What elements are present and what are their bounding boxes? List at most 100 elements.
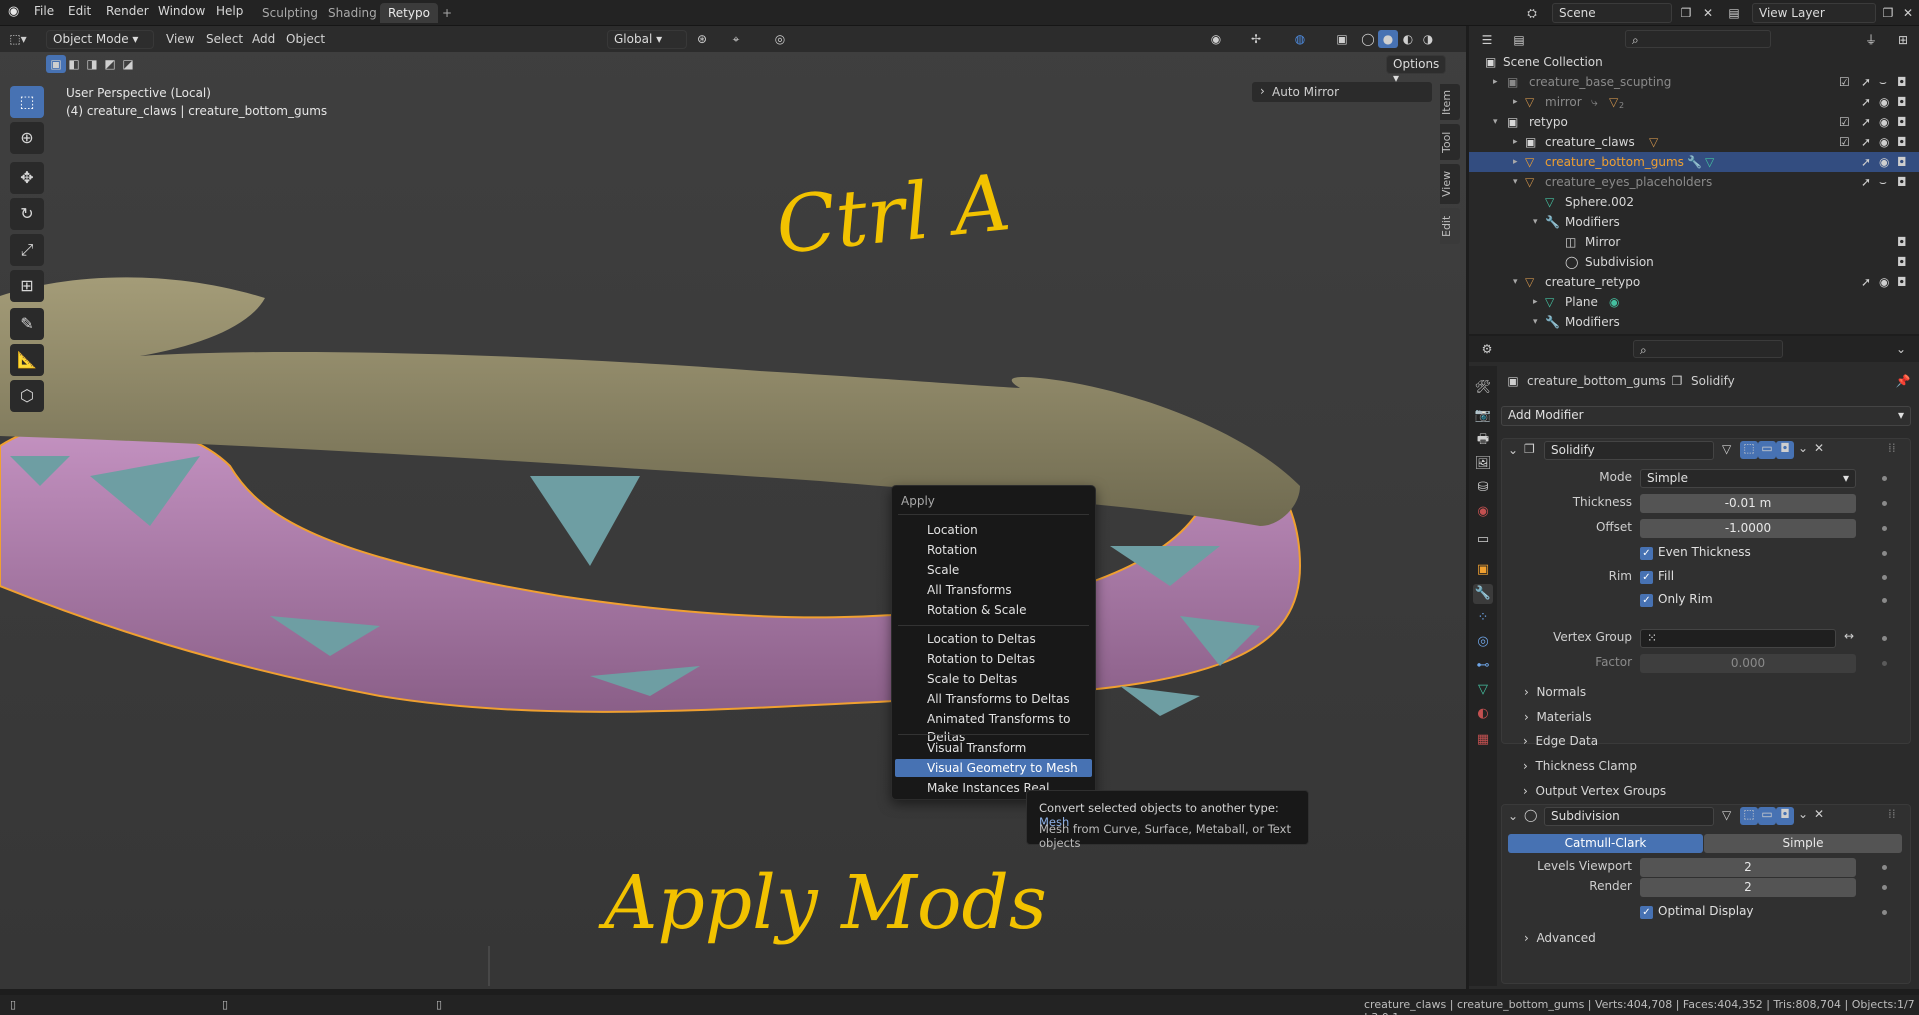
drag-handle-icon[interactable]: ⁞⁞ — [1888, 807, 1896, 821]
sidebar-tab-tool[interactable]: Tool — [1440, 124, 1460, 160]
object-properties-icon[interactable]: ▣ — [1473, 560, 1493, 580]
checkbox-icon[interactable]: ☑ — [1839, 72, 1850, 92]
select-extend-icon[interactable]: ◧ — [64, 55, 84, 73]
sidebar-tab-view[interactable]: View — [1440, 164, 1460, 204]
delete-view-layer-icon[interactable]: ✕ — [1898, 4, 1918, 22]
optimal-display-checkbox[interactable]: ✓ — [1640, 906, 1653, 919]
texture-properties-icon[interactable]: ▦ — [1473, 730, 1493, 750]
menu-item-rotation-scale[interactable]: Rotation & Scale — [895, 601, 1092, 619]
menu-item-visual-geometry-to-mesh[interactable]: Visual Geometry to Mesh — [895, 759, 1092, 777]
eye-icon[interactable]: ◉ — [1879, 92, 1889, 112]
add-cube-tool-icon[interactable]: ⬡ — [10, 380, 44, 412]
chevron-down-icon[interactable]: ⌄ — [1798, 807, 1808, 821]
camera-icon[interactable]: ◘ — [1897, 172, 1907, 192]
viewport-menu-add[interactable]: Add — [252, 32, 275, 46]
tool-settings-icon[interactable]: 🛠 — [1473, 378, 1493, 398]
eye-icon[interactable]: ◉ — [1879, 112, 1889, 132]
select-arrow-icon[interactable]: ➚ — [1861, 172, 1871, 192]
rotate-tool-icon[interactable]: ↻ — [10, 198, 44, 230]
subpanel-normals[interactable]: › Normals — [1524, 685, 1586, 699]
levels-viewport-field[interactable]: 2 — [1640, 858, 1856, 877]
menu-item-all-transforms-to-deltas[interactable]: All Transforms to Deltas — [895, 690, 1092, 708]
menu-render[interactable]: Render — [106, 4, 149, 18]
sidebar-tab-edit[interactable]: Edit — [1440, 208, 1460, 244]
auto-mirror-panel[interactable]: › Auto Mirror — [1252, 82, 1432, 102]
render-toggle-icon[interactable]: ◘ — [1776, 807, 1794, 825]
new-collection-icon[interactable]: ⊞ — [1893, 31, 1913, 49]
subpanel-materials[interactable]: › Materials — [1524, 710, 1591, 724]
chevron-right-icon[interactable]: ▸ — [1513, 92, 1518, 112]
chevron-down-icon[interactable]: ⌄ — [1508, 809, 1518, 823]
outliner-editor-type-icon[interactable]: ☰ — [1477, 31, 1497, 49]
output-properties-icon[interactable]: 🖶 — [1473, 430, 1493, 450]
outliner-row-mirror-modifier[interactable]: ◫ Mirror ◘ — [1469, 232, 1919, 252]
camera-icon[interactable]: ◘ — [1897, 112, 1907, 132]
menu-item-scale-to-deltas[interactable]: Scale to Deltas — [895, 670, 1092, 688]
modifier-properties-icon[interactable]: 🔧 — [1473, 584, 1493, 604]
chevron-right-icon[interactable]: ▸ — [1513, 132, 1518, 152]
properties-search-input[interactable]: ⌕ — [1633, 340, 1783, 358]
mode-select[interactable]: Object Mode ▾ — [46, 30, 154, 49]
close-icon[interactable]: ✕ — [1814, 807, 1824, 821]
pivot-point-icon[interactable]: ⊛ — [692, 30, 712, 48]
render-toggle-icon[interactable]: ◘ — [1776, 441, 1794, 459]
outliner-row-modifiers[interactable]: ▾ 🔧 Modifiers — [1469, 312, 1919, 332]
menu-window[interactable]: Window — [158, 4, 205, 18]
pin-icon[interactable]: 📌 — [1893, 372, 1913, 390]
keyframe-dot-icon[interactable] — [1882, 885, 1887, 890]
menu-item-visual-transform[interactable]: Visual Transform — [895, 739, 1092, 757]
constraints-properties-icon[interactable]: ⊷ — [1473, 656, 1493, 676]
outliner-row-modifiers[interactable]: ▾ 🔧 Modifiers — [1469, 212, 1919, 232]
solid-shading-icon[interactable]: ● — [1378, 30, 1398, 48]
outliner-row-creature-bottom-gums[interactable]: ▸ ▽ creature_bottom_gums 🔧 ▽ ➚ ◉ ◘ — [1469, 152, 1919, 172]
eye-icon[interactable]: ◉ — [1879, 152, 1889, 172]
material-properties-icon[interactable]: ◐ — [1473, 704, 1493, 724]
outliner-row-creature-claws[interactable]: ▸ ▣ creature_claws ▽ ☑ ➚ ◉ ◘ — [1469, 132, 1919, 152]
select-arrow-icon[interactable]: ➚ — [1861, 112, 1871, 132]
menu-file[interactable]: File — [34, 4, 54, 18]
outliner-row-scene-collection[interactable]: ▣ Scene Collection — [1469, 52, 1919, 72]
viewport-menu-select[interactable]: Select — [206, 32, 243, 46]
copy-scene-icon[interactable]: ❐ — [1676, 4, 1696, 22]
blender-logo-icon[interactable]: ◉ — [8, 4, 19, 19]
scene-properties-icon[interactable]: ⛁ — [1473, 478, 1493, 498]
offset-field[interactable]: -1.0000 — [1640, 519, 1856, 538]
add-workspace-button[interactable]: + — [434, 3, 460, 23]
keyframe-dot-icon[interactable] — [1882, 526, 1887, 531]
select-arrow-icon[interactable]: ➚ — [1861, 92, 1871, 112]
chevron-down-icon[interactable]: ⌄ — [1798, 441, 1808, 455]
display-mode-icon[interactable]: ▤ — [1509, 31, 1529, 49]
measure-tool-icon[interactable]: 📐 — [10, 344, 44, 376]
select-box-tool-icon[interactable]: ⬚ — [10, 86, 44, 118]
even-thickness-checkbox[interactable]: ✓ — [1640, 547, 1653, 560]
subpanel-thickness-clamp[interactable]: › Thickness Clamp — [1523, 759, 1637, 773]
subpanel-output-vertex-groups[interactable]: › Output Vertex Groups — [1523, 784, 1666, 798]
material-shading-icon[interactable]: ◐ — [1398, 30, 1418, 48]
edit-mode-toggle-icon[interactable]: ▽ — [1722, 808, 1731, 822]
select-new-icon[interactable]: ▣ — [46, 55, 66, 73]
menu-item-all-transforms[interactable]: All Transforms — [895, 581, 1092, 599]
keyframe-dot-icon[interactable] — [1882, 661, 1887, 666]
camera-icon[interactable]: ◘ — [1897, 132, 1907, 152]
subpanel-edge-data[interactable]: › Edge Data — [1523, 734, 1598, 748]
chevron-right-icon[interactable]: ▸ — [1533, 292, 1538, 312]
menu-item-animated-transforms-to-deltas[interactable]: Animated Transforms to Deltas — [895, 710, 1092, 744]
eye-closed-icon[interactable]: ⌣ — [1879, 172, 1887, 192]
camera-icon[interactable]: ◘ — [1897, 92, 1907, 112]
collection-properties-icon[interactable]: ▭ — [1473, 530, 1493, 550]
checkbox-icon[interactable]: ☑ — [1839, 132, 1850, 152]
menu-edit[interactable]: Edit — [68, 4, 91, 18]
menu-item-location[interactable]: Location — [895, 521, 1092, 539]
select-arrow-icon[interactable]: ➚ — [1861, 132, 1871, 152]
collapse-icon[interactable]: ⌄ — [1891, 340, 1911, 358]
annotate-tool-icon[interactable]: ✎ — [10, 308, 44, 340]
rendered-shading-icon[interactable]: ◑ — [1418, 30, 1438, 48]
outliner-row-plane[interactable]: ▸ ▽ Plane ◉ — [1469, 292, 1919, 312]
viewport-menu-object[interactable]: Object — [286, 32, 325, 46]
delete-scene-icon[interactable]: ✕ — [1698, 4, 1718, 22]
outliner-row-subdivision-modifier[interactable]: ◯ Subdivision ◘ — [1469, 252, 1919, 272]
keyframe-dot-icon[interactable] — [1882, 551, 1887, 556]
chevron-right-icon[interactable]: ▸ — [1513, 152, 1518, 172]
overlays-icon[interactable]: ◍ — [1290, 30, 1310, 48]
vertex-group-field[interactable]: ⁙ — [1640, 629, 1836, 648]
